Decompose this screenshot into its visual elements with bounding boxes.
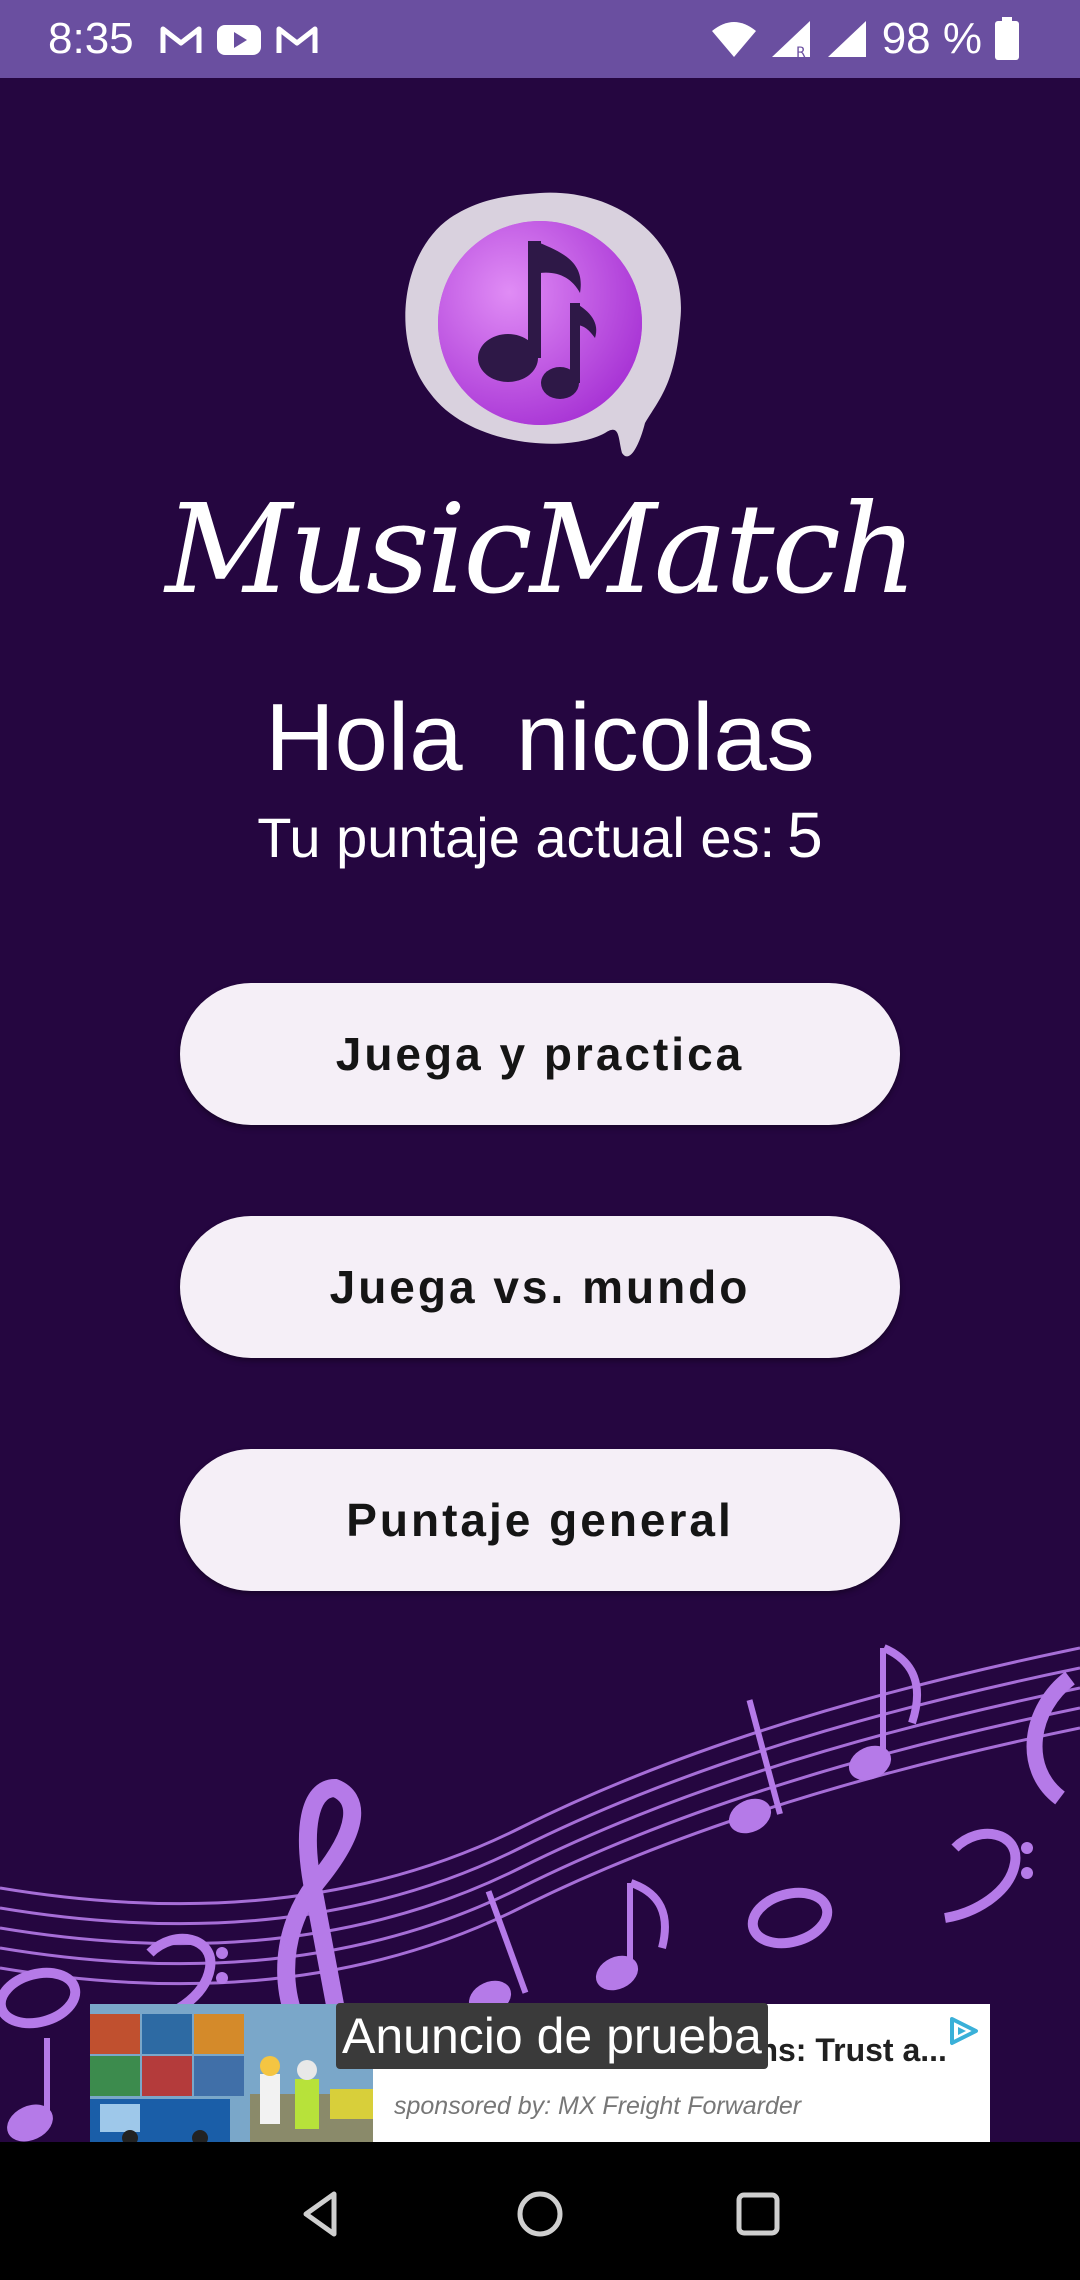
- back-icon[interactable]: [294, 2186, 350, 2242]
- home-screen: MusicMatch Hola nicolas Tu puntaje actua…: [0, 78, 1080, 2142]
- battery-icon: [995, 17, 1019, 60]
- score-value: 5: [787, 799, 823, 871]
- play-versus-world-button[interactable]: Juega vs. mundo: [180, 1216, 900, 1358]
- gmail-icon: [160, 26, 202, 53]
- home-icon[interactable]: [512, 2186, 568, 2242]
- score-label: Tu puntaje actual es:: [257, 806, 776, 869]
- svg-text:R: R: [796, 45, 806, 59]
- recents-icon[interactable]: [730, 2186, 786, 2242]
- adchoices-icon[interactable]: [946, 2016, 980, 2046]
- test-ad-label: Anuncio de prueba: [336, 2003, 768, 2069]
- score-line: Tu puntaje actual es: 5: [0, 798, 1080, 872]
- notification-icons: [160, 18, 318, 62]
- cell-signal-roaming-icon: R: [771, 21, 810, 59]
- system-indicators: R 98 %: [710, 10, 1020, 68]
- ad-sponsor: sponsored by: MX Freight Forwarder: [394, 2092, 802, 2120]
- app-logo: [405, 192, 681, 457]
- play-practice-button[interactable]: Juega y practica: [180, 983, 900, 1125]
- youtube-icon: [217, 25, 261, 55]
- greeting-title: Hola nicolas: [265, 684, 815, 791]
- battery-percentage: 98 %: [881, 14, 982, 63]
- wifi-icon: [711, 22, 756, 57]
- leaderboard-button[interactable]: Puntaje general: [180, 1449, 900, 1591]
- app-name-wordmark: MusicMatch: [165, 478, 918, 622]
- gmail-icon: [276, 26, 318, 53]
- status-bar: 8:35 R 98 %: [0, 0, 1080, 78]
- status-time: 8:35: [48, 14, 134, 63]
- ad-image: [90, 2004, 373, 2142]
- cell-signal-icon: [827, 21, 866, 57]
- navigation-bar: [0, 2142, 1080, 2280]
